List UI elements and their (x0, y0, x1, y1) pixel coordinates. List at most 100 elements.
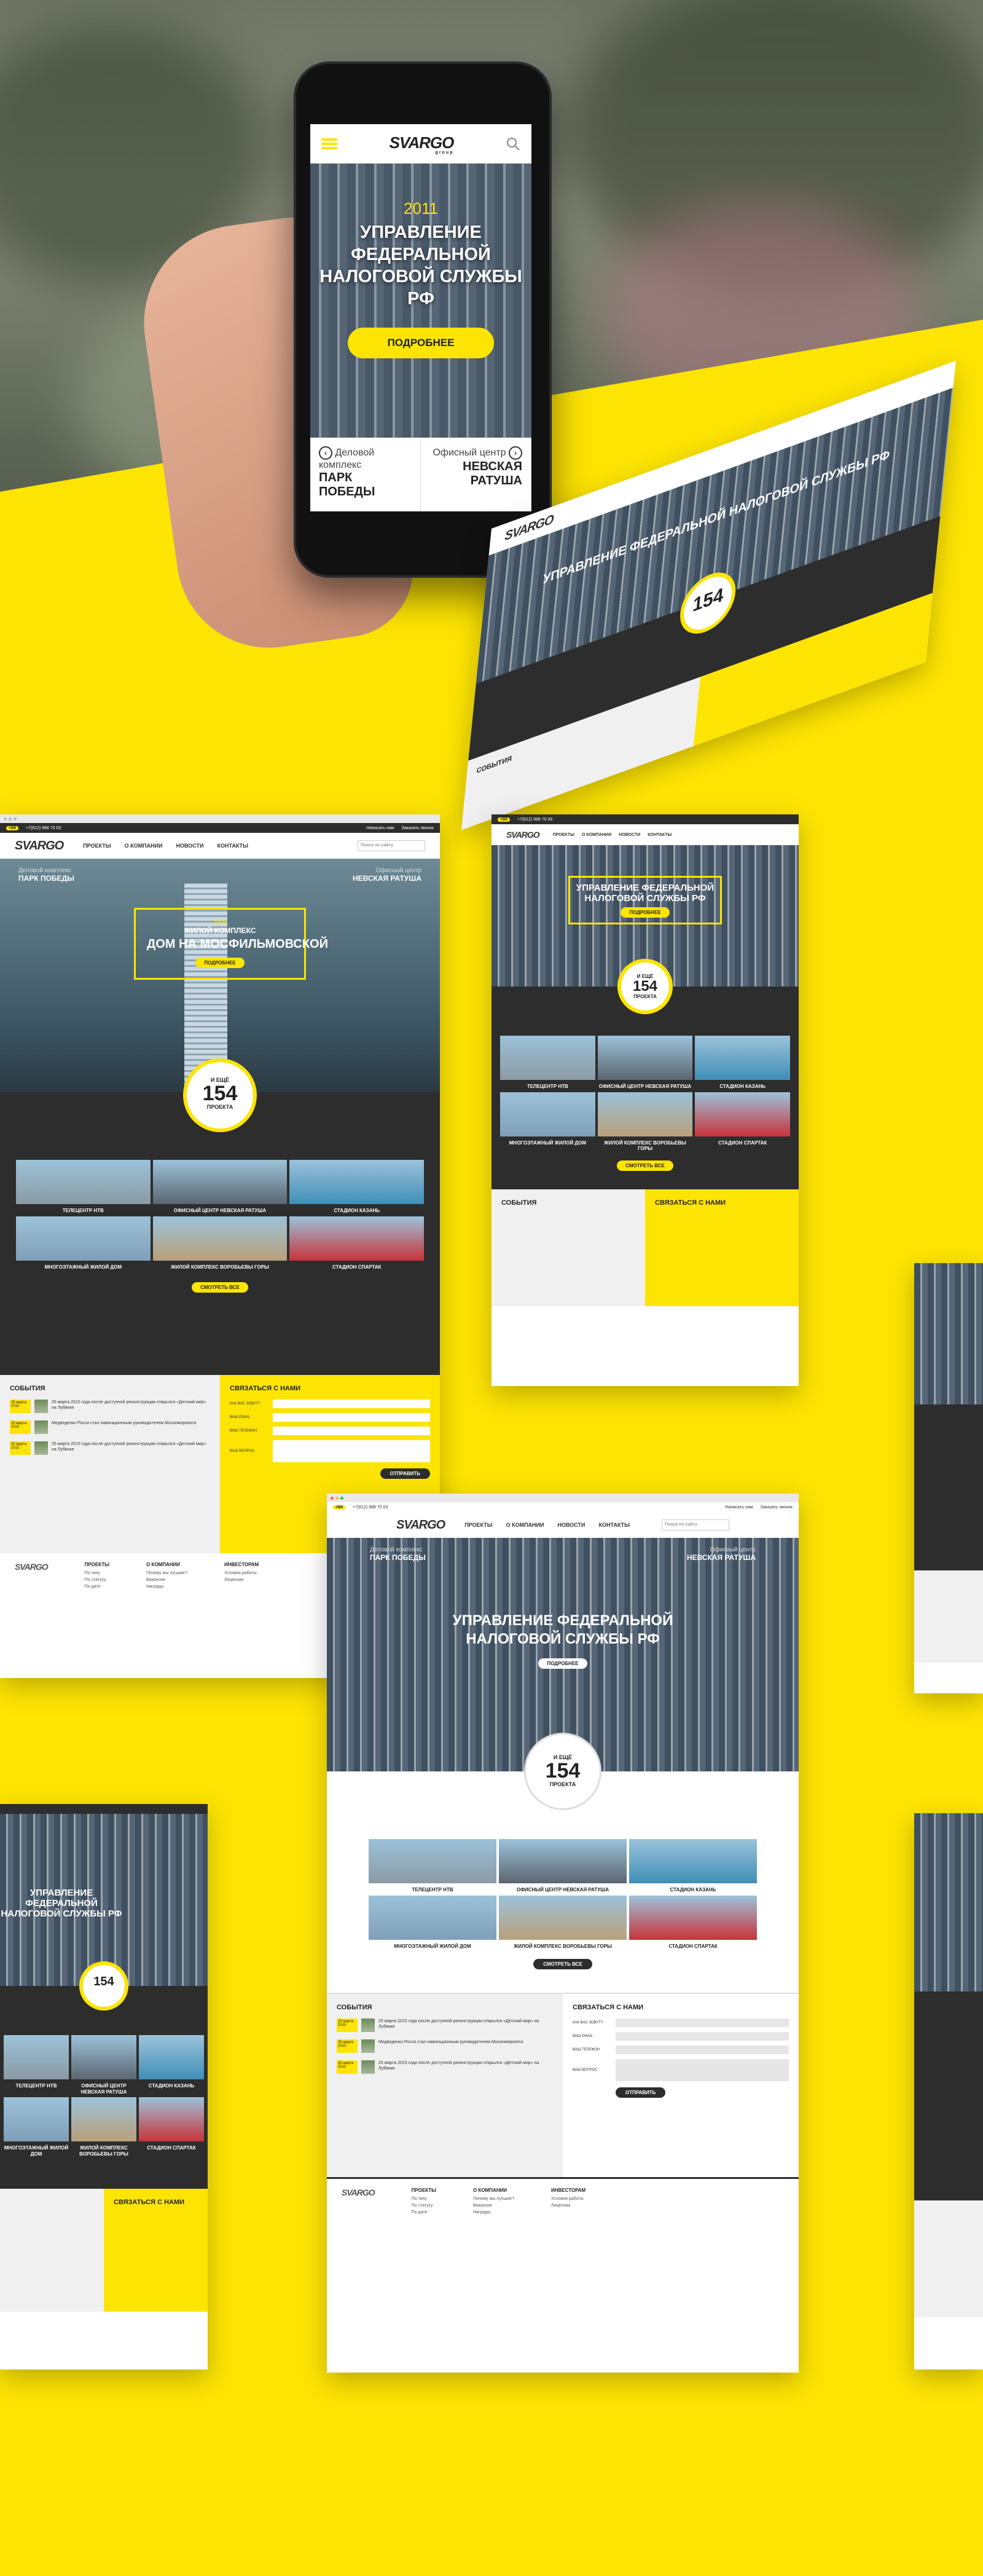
next-project[interactable]: Офисный центр › НЕВСКАЯ РАТУША (421, 438, 531, 511)
logo[interactable]: SVARGO (396, 1518, 445, 1532)
project-tile[interactable]: СТАДИОН СПАРТАК (695, 1092, 790, 1152)
next-project[interactable]: Офисный центр НЕВСКАЯ РАТУША (687, 1546, 756, 1562)
form-field[interactable]: КАК ВАС ЗОВУТ? (573, 2019, 789, 2027)
next-project[interactable]: Офисный центр НЕВСКАЯ РАТУША (353, 867, 421, 883)
nav-contacts[interactable]: КОНТАКТЫ (599, 1522, 630, 1528)
prev-project[interactable]: Деловой комплекс ПАРК ПОБЕДЫ (18, 867, 74, 883)
desktop-mockup-mid: +84 +7(812) 988 70 03 SVARGO ПРОЕКТЫ О КО… (492, 814, 799, 1386)
footer-link[interactable]: Почему мы лучшие? (473, 2197, 514, 2201)
nav-news[interactable]: НОВОСТИ (619, 833, 640, 837)
footer-link[interactable]: По типу (412, 2197, 436, 2201)
nav-news[interactable]: НОВОСТИ (558, 1522, 585, 1528)
project-tile[interactable]: МНОГОЭТАЖНЫЙ ЖИЛОЙ ДОМ (369, 1895, 496, 1950)
project-tile[interactable]: СТАДИОН СПАРТАК (629, 1895, 757, 1950)
project-caption: МНОГОЭТАЖНЫЙ ЖИЛОЙ ДОМ (44, 1264, 122, 1270)
search-input[interactable]: Поиск по сайту (661, 1519, 729, 1530)
footer-link[interactable]: Условия работы (551, 2197, 585, 2201)
footer-link[interactable]: Почему мы лучшие? (146, 1571, 187, 1575)
form-field[interactable]: ВАШ EMAIL (573, 2032, 789, 2041)
form-field[interactable]: КАК ВАС ЗОВУТ? (230, 1400, 430, 1408)
footer-link[interactable]: Лицензии (551, 2204, 585, 2208)
send-button[interactable]: ОТПРАВИТЬ (380, 1468, 430, 1479)
form-field[interactable]: ВАШ ТЕЛЕФОН (573, 2046, 789, 2054)
project-tile[interactable]: СТАДИОН КАЗАНЬ (629, 1839, 757, 1893)
nav-news[interactable]: НОВОСТИ (176, 843, 204, 849)
prev-project[interactable]: Деловой комплекс ПАРК ПОБЕДЫ (370, 1546, 426, 1562)
field-input[interactable] (273, 1440, 430, 1462)
event-item[interactable]: 25 марта 2015 25 марта 2015 года после до… (337, 2019, 553, 2032)
footer-link[interactable]: Вакансии (146, 1578, 187, 1582)
more-button[interactable]: ПОДРОБНЕЕ (195, 958, 245, 968)
footer-link[interactable]: По дате (412, 2210, 436, 2215)
project-tile[interactable]: МНОГОЭТАЖНЫЙ ЖИЛОЙ ДОМ (500, 1092, 595, 1152)
footer-link[interactable]: По дате (85, 1585, 109, 1589)
logo[interactable]: SVARGO group (390, 133, 455, 155)
project-image (597, 1036, 693, 1080)
project-tile[interactable]: ЖИЛОЙ КОМПЛЕКС ВОРОБЬЕВЫ ГОРЫ (499, 1895, 627, 1950)
field-input[interactable] (616, 2059, 789, 2081)
see-all-button[interactable]: СМОТРЕТЬ ВСЕ (533, 1959, 592, 1970)
form-field[interactable]: ВАШ ВОПРОС (230, 1440, 430, 1462)
project-tile[interactable]: СТАДИОН КАЗАНЬ (139, 2035, 204, 2095)
nav-about[interactable]: О КОМПАНИИ (506, 1522, 544, 1528)
field-input[interactable] (273, 1400, 430, 1408)
project-tile[interactable]: СТАДИОН КАЗАНЬ (289, 1160, 424, 1214)
project-tile[interactable]: СТАДИОН СПАРТАК (289, 1216, 424, 1270)
form-field[interactable]: ВАШ ВОПРОС (573, 2059, 789, 2081)
field-input[interactable] (616, 2032, 789, 2041)
event-item[interactable]: 25 марта 2015 25 марта 2015 года после до… (337, 2060, 553, 2074)
nav-projects[interactable]: ПРОЕКТЫ (464, 1522, 492, 1528)
field-input[interactable] (273, 1427, 430, 1435)
footer-link[interactable]: Условия работы (224, 1571, 259, 1575)
nav-contacts[interactable]: КОНТАКТЫ (217, 843, 248, 849)
project-tile[interactable]: ОФИСНЫЙ ЦЕНТР НЕВСКАЯ РАТУША (597, 1036, 693, 1090)
more-button[interactable]: ПОДРОБНЕЕ (348, 327, 494, 358)
nav-contacts[interactable]: КОНТАКТЫ (648, 833, 672, 837)
event-item[interactable]: 25 марта 2015 Медведенко Росси стал навиг… (10, 1420, 210, 1434)
project-tile[interactable]: ОФИСНЫЙ ЦЕНТР НЕВСКАЯ РАТУША (71, 2035, 136, 2095)
project-tile[interactable]: ТЕЛЕЦЕНТР НТВ (4, 2035, 69, 2095)
nav-about[interactable]: О КОМПАНИИ (582, 833, 611, 837)
field-input[interactable] (616, 2019, 789, 2027)
project-tile[interactable]: МНОГОЭТАЖНЫЙ ЖИЛОЙ ДОМ (16, 1216, 151, 1270)
footer-link[interactable]: Награды (473, 2210, 514, 2215)
project-tile[interactable]: ЖИЛОЙ КОМПЛЕКС ВОРОБЬЕВЫ ГОРЫ (71, 2097, 136, 2157)
event-item[interactable]: 25 марта 2015 25 марта 2015 года после до… (10, 1441, 210, 1455)
project-tile[interactable]: СТАДИОН КАЗАНЬ (695, 1036, 790, 1090)
project-tile[interactable]: ОФИСНЫЙ ЦЕНТР НЕВСКАЯ РАТУША (152, 1160, 288, 1214)
footer-link[interactable]: Вакансии (473, 2204, 514, 2208)
project-tile[interactable]: ЖИЛОЙ КОМПЛЕКС ВОРОБЬЕВЫ ГОРЫ (152, 1216, 288, 1270)
footer-link[interactable]: Награды (146, 1585, 187, 1589)
see-all-button[interactable]: СМОТРЕТЬ ВСЕ (617, 1160, 673, 1171)
menu-icon[interactable] (321, 138, 337, 149)
footer-link[interactable]: По типу (85, 1571, 109, 1575)
event-item[interactable]: 25 марта 2015 Медведенко Росси стал навиг… (337, 2039, 553, 2053)
footer-link[interactable]: По статусу (85, 1578, 109, 1582)
form-field[interactable]: ВАШ ТЕЛЕФОН (230, 1427, 430, 1435)
search-input[interactable]: Поиск по сайту (358, 840, 425, 851)
nav-about[interactable]: О КОМПАНИИ (125, 843, 163, 849)
project-tile[interactable]: ТЕЛЕЦЕНТР НТВ (500, 1036, 595, 1090)
nav-projects[interactable]: ПРОЕКТЫ (83, 843, 111, 849)
field-input[interactable] (273, 1413, 430, 1422)
logo[interactable]: SVARGO (15, 839, 64, 853)
footer-link[interactable]: Лицензии (224, 1578, 259, 1582)
see-all-button[interactable]: СМОТРЕТЬ ВСЕ (192, 1282, 248, 1293)
send-button[interactable]: ОТПРАВИТЬ (616, 2087, 666, 2098)
project-tile[interactable]: ТЕЛЕЦЕНТР НТВ (369, 1839, 496, 1893)
more-button[interactable]: ПОДРОБНЕЕ (621, 907, 670, 918)
event-item[interactable]: 25 марта 2015 25 марта 2015 года после до… (10, 1400, 210, 1413)
search-icon[interactable] (506, 136, 520, 151)
more-button[interactable]: ПОДРОБНЕЕ (538, 1658, 587, 1669)
project-tile[interactable]: СТАДИОН СПАРТАК (139, 2097, 204, 2157)
project-tile[interactable]: ОФИСНЫЙ ЦЕНТР НЕВСКАЯ РАТУША (499, 1839, 627, 1893)
project-tile[interactable]: ТЕЛЕЦЕНТР НТВ (16, 1160, 151, 1214)
form-field[interactable]: ВАШ EMAIL (230, 1413, 430, 1422)
prev-project[interactable]: ‹ Деловой комплекс ПАРК ПОБЕДЫ (310, 438, 421, 511)
nav-projects[interactable]: ПРОЕКТЫ (553, 833, 574, 837)
field-input[interactable] (616, 2046, 789, 2054)
footer-link[interactable]: По статусу (412, 2204, 436, 2208)
footer-heading: О КОМПАНИИ (146, 1562, 181, 1567)
project-tile[interactable]: МНОГОЭТАЖНЫЙ ЖИЛОЙ ДОМ (4, 2097, 69, 2157)
project-tile[interactable]: ЖИЛОЙ КОМПЛЕКС ВОРОБЬЕВЫ ГОРЫ (597, 1092, 693, 1152)
